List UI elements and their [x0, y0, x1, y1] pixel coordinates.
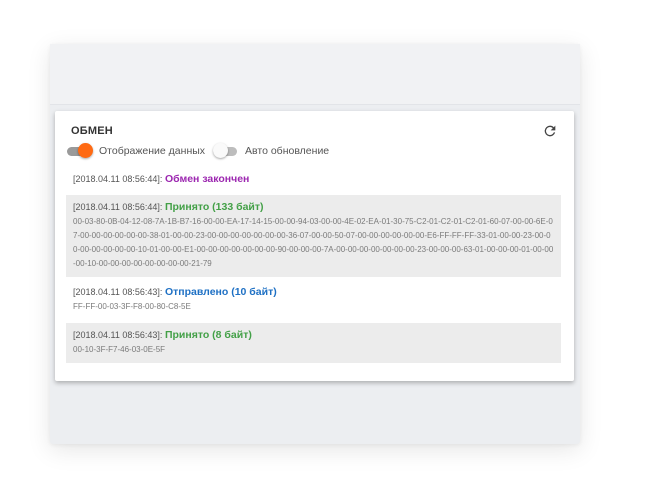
exchange-panel: ОБМЕН Отображение данных Авто обновление… — [55, 111, 574, 381]
log-entry: [2018.04.11 08:56:44]: Обмен закончен — [66, 167, 561, 192]
log-entry-header: [2018.04.11 08:56:43]: Принято (8 байт) — [73, 328, 554, 342]
log-message: Принято (133 байт) — [164, 201, 264, 213]
switch-thumb — [213, 143, 229, 158]
log-payload: FF-FF-00-03-3F-F8-00-80-C8-5E — [73, 302, 191, 311]
toggle-bar: Отображение данных Авто обновление — [67, 143, 337, 159]
show-data-switch[interactable] — [67, 143, 93, 159]
log-entry-header: [2018.04.11 08:56:43]: Отправлено (10 ба… — [73, 285, 554, 299]
log-payload: 00-03-80-0B-04-12-08-7A-1B-B7-16-00-00-E… — [73, 217, 554, 268]
log-entry: [2018.04.11 08:56:43]: Принято (8 байт) … — [66, 323, 561, 363]
exchange-log: [2018.04.11 08:56:44]: Обмен закончен [2… — [66, 167, 561, 363]
log-entry-header: [2018.04.11 08:56:44]: Обмен закончен — [73, 172, 554, 186]
auto-refresh-switch[interactable] — [213, 143, 239, 159]
log-timestamp: [2018.04.11 08:56:43]: — [73, 330, 163, 340]
show-data-label: Отображение данных — [99, 145, 206, 157]
log-entry-header: [2018.04.11 08:56:44]: Принято (133 байт… — [73, 200, 554, 214]
log-timestamp: [2018.04.11 08:56:43]: — [73, 287, 163, 297]
refresh-icon[interactable] — [542, 123, 558, 139]
log-message: Отправлено (10 байт) — [164, 286, 277, 298]
log-payload: 00-10-3F-F7-46-03-0E-5F — [73, 345, 166, 354]
switch-thumb — [78, 143, 93, 158]
panel-title: ОБМЕН — [71, 125, 113, 137]
log-message: Обмен закончен — [164, 173, 250, 185]
log-timestamp: [2018.04.11 08:56:44]: — [73, 202, 163, 212]
log-entry: [2018.04.11 08:56:43]: Отправлено (10 ба… — [66, 280, 561, 320]
log-message: Принято (8 байт) — [164, 329, 252, 341]
background-header — [50, 44, 580, 105]
log-entry: [2018.04.11 08:56:44]: Принято (133 байт… — [66, 195, 561, 277]
auto-refresh-label: Авто обновление — [245, 145, 330, 157]
log-timestamp: [2018.04.11 08:56:44]: — [73, 174, 163, 184]
